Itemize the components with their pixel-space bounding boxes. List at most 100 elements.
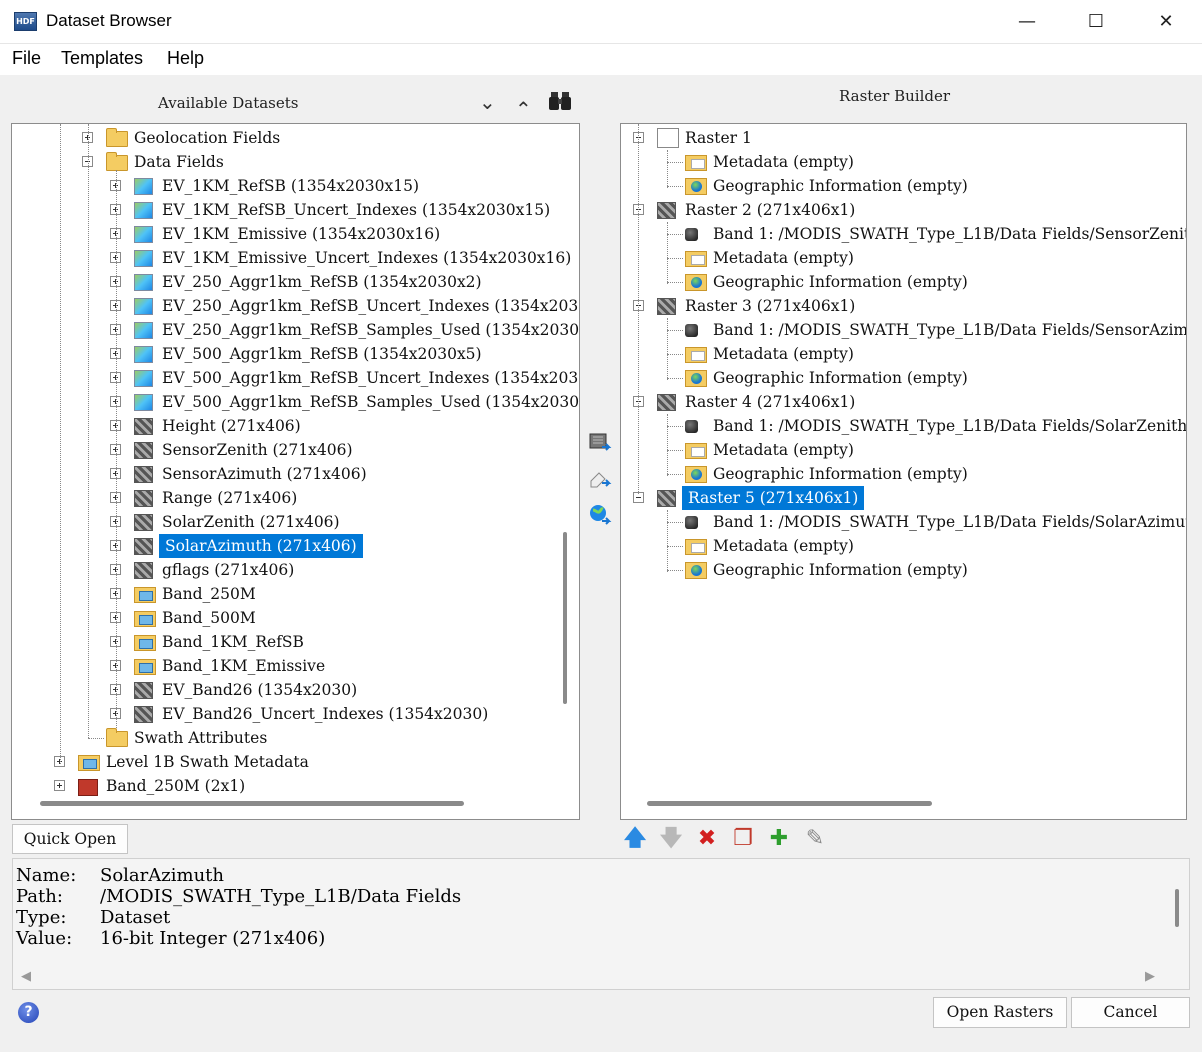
image-dataset-icon — [134, 178, 153, 195]
band-icon — [685, 324, 698, 337]
tree-row[interactable]: Geolocation Fields — [12, 126, 552, 150]
tree-row[interactable]: Raster 1 — [621, 126, 1181, 150]
tree-row[interactable]: EV_1KM_Emissive (1354x2030x16) — [12, 222, 552, 246]
tree-row[interactable]: Metadata (empty) — [621, 342, 1181, 366]
tree-row[interactable]: Geographic Information (empty) — [621, 174, 1181, 198]
tree-row[interactable]: EV_Band26 (1354x2030) — [12, 678, 552, 702]
tree-connector — [667, 234, 683, 235]
add-raster-icon[interactable] — [588, 431, 612, 455]
tree-row[interactable]: Geographic Information (empty) — [621, 366, 1181, 390]
tree-row[interactable]: Metadata (empty) — [621, 534, 1181, 558]
metadata-icon — [685, 443, 707, 459]
add-icon[interactable]: ✚ — [766, 826, 792, 852]
tree-row[interactable]: Metadata (empty) — [621, 246, 1181, 270]
tree-row[interactable]: EV_Band26_Uncert_Indexes (1354x2030) — [12, 702, 552, 726]
tree-row-label: EV_500_Aggr1km_RefSB_Uncert_Indexes (135… — [162, 369, 580, 387]
tree-row[interactable]: Band_500M — [12, 606, 552, 630]
tree-row[interactable]: Band 1: /MODIS_SWATH_Type_L1B/Data Field… — [621, 510, 1186, 534]
tree-connector — [667, 570, 683, 571]
chevron-down-icon[interactable]: ⌄ — [479, 90, 496, 114]
tree-row[interactable]: Data Fields — [12, 150, 552, 174]
tree-row[interactable]: EV_250_Aggr1km_RefSB_Samples_Used (1354x… — [12, 318, 579, 342]
scroll-left-icon[interactable]: ◀ — [21, 969, 31, 984]
band-icon — [685, 420, 698, 433]
tree-row[interactable]: EV_500_Aggr1km_RefSB (1354x2030x5) — [12, 342, 552, 366]
tree-row-label: Geographic Information (empty) — [713, 465, 968, 483]
tree-row-label: Geographic Information (empty) — [713, 561, 968, 579]
menu-help[interactable]: Help — [167, 48, 204, 69]
tree-guide — [88, 124, 89, 738]
tree-row-label: EV_500_Aggr1km_RefSB_Samples_Used (1354x… — [162, 393, 580, 411]
tree-row[interactable]: SolarZenith (271x406) — [12, 510, 552, 534]
tree-row[interactable]: Swath Attributes — [12, 726, 552, 750]
grayscale-dataset-icon — [134, 562, 153, 579]
expand-icon[interactable] — [54, 780, 65, 791]
tree-row[interactable]: SolarAzimuth (271x406) — [12, 534, 552, 558]
tree-row[interactable]: EV_1KM_RefSB (1354x2030x15) — [12, 174, 552, 198]
left-vertical-scrollbar[interactable] — [563, 532, 567, 704]
tree-row[interactable]: EV_500_Aggr1km_RefSB_Uncert_Indexes (135… — [12, 366, 579, 390]
tree-row[interactable]: Raster 5 (271x406x1) — [621, 486, 1181, 510]
raster-builder-tree[interactable]: Raster 1 Metadata (empty) Geographic Infor… — [620, 123, 1187, 820]
tree-row[interactable]: Band 1: /MODIS_SWATH_Type_L1B/Data Field… — [621, 222, 1186, 246]
tree-row[interactable]: Band_1KM_RefSB — [12, 630, 552, 654]
tree-row[interactable]: Band_250M (2x1) — [12, 774, 552, 798]
chevron-up-icon[interactable]: ⌃ — [515, 97, 532, 121]
open-rasters-button[interactable]: Open Rasters — [933, 997, 1067, 1028]
right-horizontal-scrollbar[interactable] — [647, 801, 932, 806]
tree-row[interactable]: EV_1KM_RefSB_Uncert_Indexes (1354x2030x1… — [12, 198, 552, 222]
tree-connector — [667, 546, 683, 547]
tree-row-label: Level 1B Swath Metadata — [106, 753, 309, 771]
grayscale-dataset-icon — [134, 514, 153, 531]
quick-open-button[interactable]: Quick Open — [12, 824, 128, 854]
tree-row[interactable]: Band 1: /MODIS_SWATH_Type_L1B/Data Field… — [621, 318, 1186, 342]
tree-row[interactable]: Geographic Information (empty) — [621, 558, 1181, 582]
add-metadata-icon[interactable]: ✎ — [802, 826, 828, 852]
tree-row[interactable]: Metadata (empty) — [621, 438, 1181, 462]
delete-icon[interactable]: ✖ — [694, 826, 720, 852]
tree-row-label: Metadata (empty) — [713, 441, 854, 459]
tree-row[interactable]: Height (271x406) — [12, 414, 552, 438]
cancel-button[interactable]: Cancel — [1071, 997, 1190, 1028]
maximize-button[interactable]: ☐ — [1061, 0, 1131, 44]
tree-row[interactable]: Band_250M — [12, 582, 552, 606]
tree-row[interactable]: Level 1B Swath Metadata — [12, 750, 552, 774]
tree-row[interactable]: EV_1KM_Emissive_Uncert_Indexes (1354x203… — [12, 246, 571, 270]
menu-templates[interactable]: Templates — [61, 48, 143, 69]
tree-row[interactable]: SensorZenith (271x406) — [12, 438, 552, 462]
scroll-right-icon[interactable]: ▶ — [1145, 969, 1155, 984]
info-vertical-scrollbar[interactable] — [1175, 889, 1179, 927]
tree-row[interactable]: Raster 4 (271x406x1) — [621, 390, 1181, 414]
close-button[interactable]: ✕ — [1131, 0, 1201, 44]
tree-row[interactable]: Raster 3 (271x406x1) — [621, 294, 1181, 318]
available-datasets-tree[interactable]: Geolocation Fields Data Fields EV_1KM_RefS… — [11, 123, 580, 820]
help-icon[interactable]: ? — [18, 1002, 39, 1023]
tree-row[interactable]: Range (271x406) — [12, 486, 552, 510]
binoculars-icon[interactable] — [548, 89, 572, 113]
tree-row[interactable]: Band_1KM_Emissive — [12, 654, 552, 678]
tree-row[interactable]: EV_250_Aggr1km_RefSB_Uncert_Indexes (135… — [12, 294, 579, 318]
add-metadata-icon[interactable] — [588, 467, 612, 491]
left-horizontal-scrollbar[interactable] — [40, 801, 464, 806]
delete-all-icon[interactable]: ❐ — [730, 826, 756, 852]
tree-row-label: Metadata (empty) — [713, 537, 854, 555]
tree-row[interactable]: Band 1: /MODIS_SWATH_Type_L1B/Data Field… — [621, 414, 1186, 438]
minimize-button[interactable]: — — [992, 0, 1062, 44]
tree-connector — [667, 162, 683, 163]
tree-row[interactable]: Metadata (empty) — [621, 150, 1181, 174]
tree-row[interactable]: SensorAzimuth (271x406) — [12, 462, 552, 486]
tree-row[interactable]: EV_250_Aggr1km_RefSB (1354x2030x2) — [12, 270, 552, 294]
arrow-up-icon[interactable]: 🡅 — [622, 826, 648, 852]
tree-row[interactable]: Geographic Information (empty) — [621, 270, 1181, 294]
tree-row[interactable]: EV_500_Aggr1km_RefSB_Samples_Used (1354x… — [12, 390, 579, 414]
tree-row[interactable]: Geographic Information (empty) — [621, 462, 1181, 486]
arrow-down-icon[interactable]: 🡇 — [658, 826, 684, 852]
grayscale-dataset-icon — [134, 442, 153, 459]
image-dataset-icon — [134, 394, 153, 411]
tree-row[interactable]: gflags (271x406) — [12, 558, 552, 582]
tree-row-label: Raster 3 (271x406x1) — [685, 297, 856, 315]
add-geo-icon[interactable] — [588, 503, 612, 527]
menu-file[interactable]: File — [12, 48, 41, 69]
tree-row[interactable]: Raster 2 (271x406x1) — [621, 198, 1181, 222]
tree-row-label: Band_250M (2x1) — [106, 777, 246, 795]
